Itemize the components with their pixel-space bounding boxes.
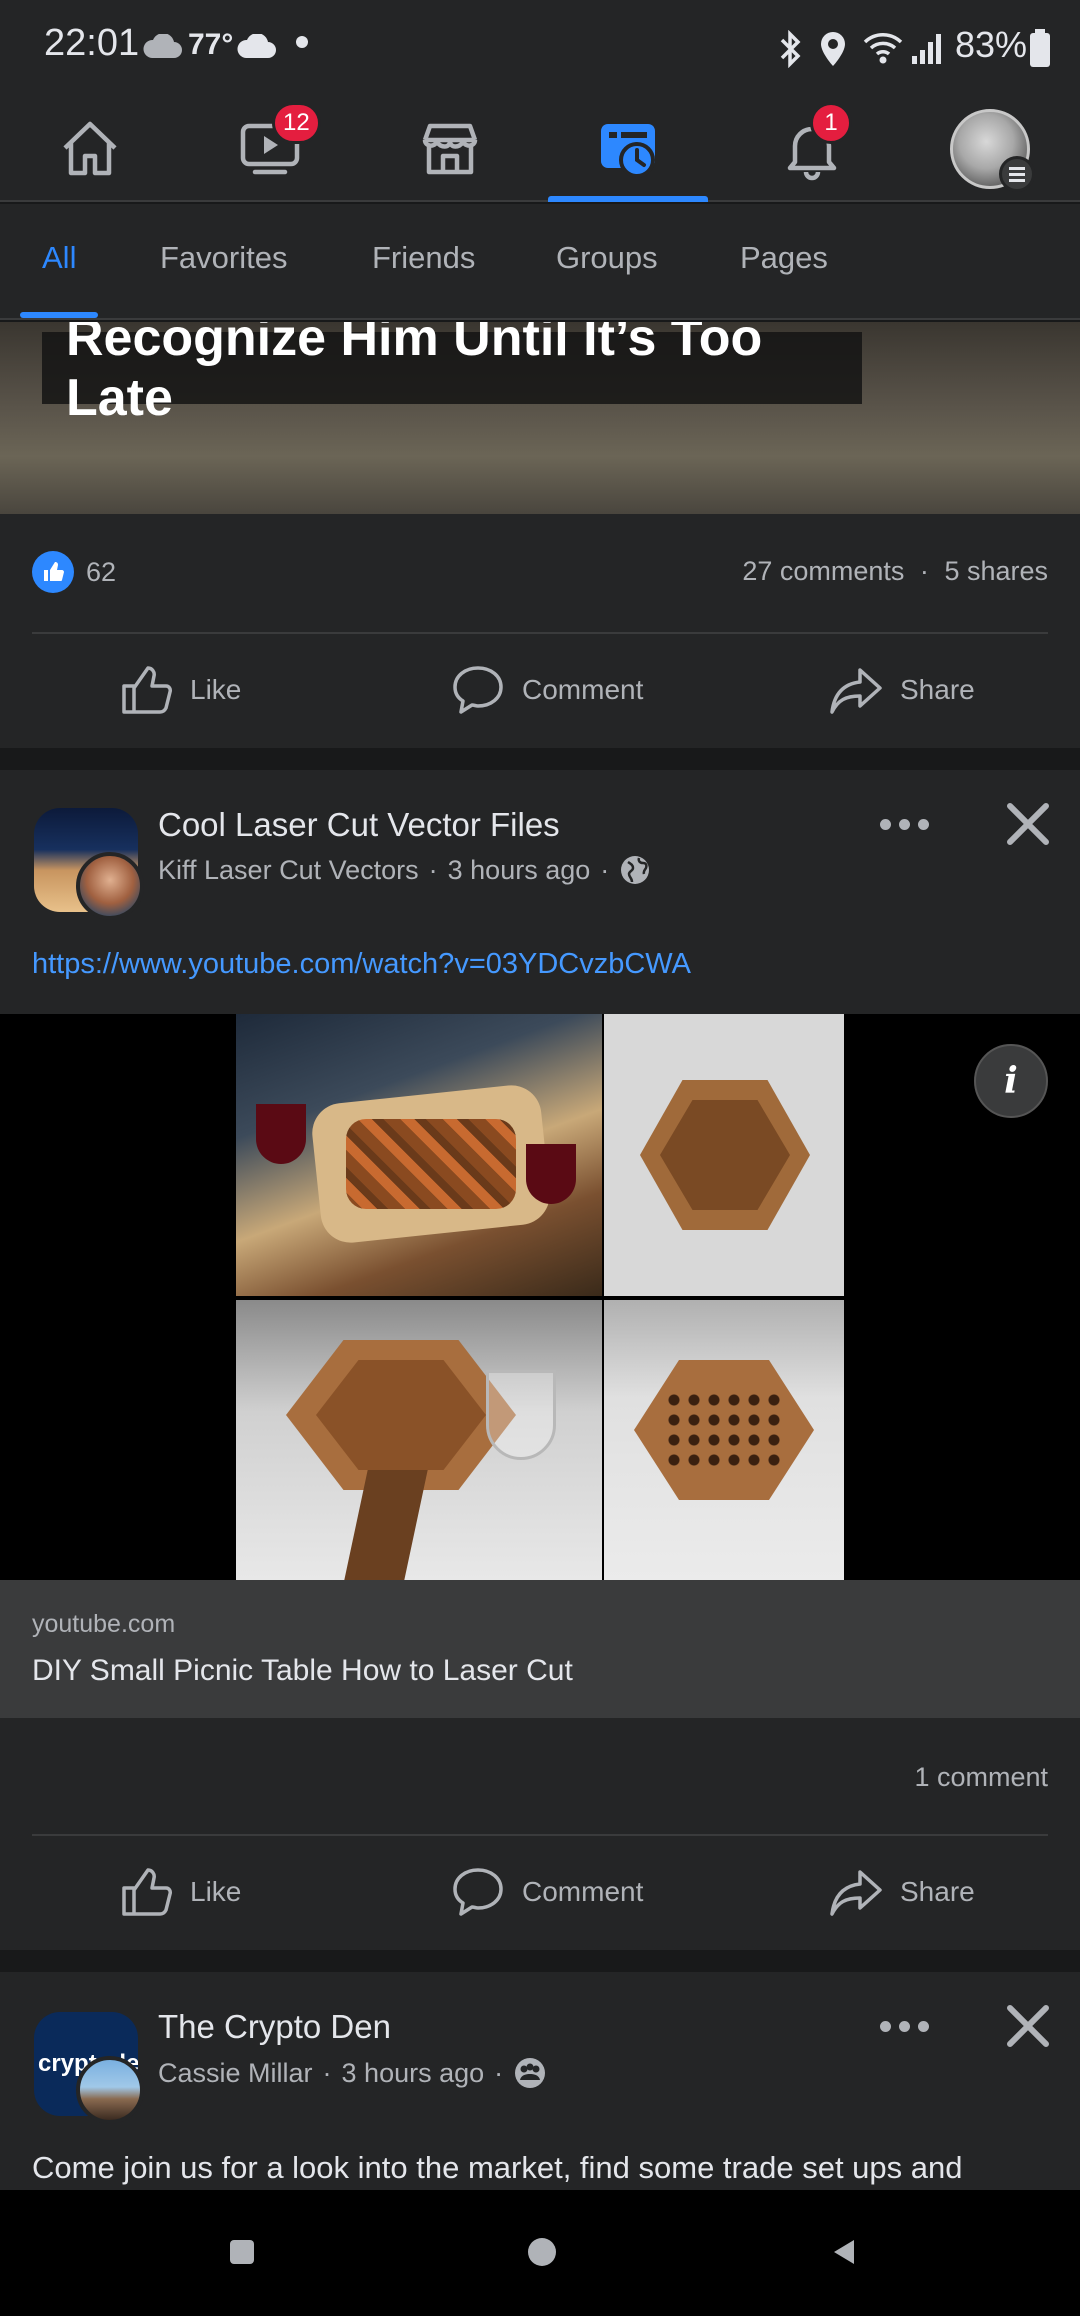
tab-groups[interactable]: Groups <box>556 240 658 276</box>
post-text[interactable]: Come join us for a look into the market,… <box>32 2150 962 2186</box>
feed-gap <box>0 748 1080 770</box>
cloud-icon <box>143 34 182 58</box>
signal-icon <box>912 34 941 64</box>
active-tab-indicator <box>20 312 98 318</box>
post-image[interactable]: Recognize Him Until It’s Too Late <box>0 322 1080 514</box>
collage-photo-4[interactable] <box>604 1300 844 1580</box>
nav-notifications[interactable]: 1 <box>732 96 892 202</box>
author-avatar[interactable] <box>76 2056 144 2124</box>
system-navigation-bar <box>0 2190 1080 2316</box>
post-time[interactable]: 3 hours ago <box>448 855 591 886</box>
tab-pages[interactable]: Pages <box>740 240 828 276</box>
back-button[interactable] <box>830 2238 858 2266</box>
tab-all[interactable]: All <box>42 240 76 276</box>
thumbs-up-icon <box>122 1868 172 1916</box>
post-footer: 1 comment Like Comment Share <box>0 1718 1080 1950</box>
image-caption: Recognize Him Until It’s Too Late <box>42 322 862 427</box>
tab-favorites[interactable]: Favorites <box>160 240 287 276</box>
menu-icon <box>999 156 1035 192</box>
watch-badge: 12 <box>272 102 321 144</box>
nav-home[interactable] <box>10 96 170 202</box>
home-icon <box>63 121 117 176</box>
comment-button[interactable]: Comment <box>450 1864 643 1920</box>
bluetooth-icon <box>780 30 801 68</box>
post-image-collage[interactable] <box>0 1014 1080 1580</box>
reaction-summary[interactable]: 62 <box>32 542 116 602</box>
location-icon <box>821 32 845 66</box>
wifi-icon <box>863 33 903 64</box>
close-icon[interactable] <box>998 1996 1058 2056</box>
divider <box>32 1834 1048 1836</box>
like-reaction-icon <box>32 551 74 593</box>
feed-filter-tabs: All Favorites Friends Groups Pages <box>0 204 1080 320</box>
close-icon[interactable] <box>998 794 1058 854</box>
collage-photo-3[interactable] <box>236 1300 602 1580</box>
shop-icon <box>422 123 478 175</box>
post-time[interactable]: 3 hours ago <box>342 2058 485 2089</box>
thumbs-up-icon <box>122 666 172 714</box>
more-options-button[interactable] <box>874 804 934 844</box>
author-name[interactable]: Kiff Laser Cut Vectors <box>158 855 419 886</box>
comment-button[interactable]: Comment <box>450 662 643 718</box>
share-icon <box>830 668 882 714</box>
feeds-icon <box>601 124 655 178</box>
divider <box>32 632 1048 634</box>
preview-domain: youtube.com <box>32 1610 176 1638</box>
post-footer: 62 27 comments · 5 shares Like Comment S… <box>0 514 1080 748</box>
comment-icon <box>453 1868 503 1916</box>
battery-icon <box>1030 29 1050 67</box>
nav-menu[interactable] <box>910 96 1070 202</box>
like-button[interactable]: Like <box>118 1864 241 1920</box>
page-name[interactable]: Cool Laser Cut Vector Files <box>158 806 560 844</box>
like-count: 62 <box>86 556 117 587</box>
battery-percentage: 83% <box>955 24 1028 65</box>
author-avatar[interactable] <box>76 852 144 920</box>
share-button[interactable]: Share <box>828 1864 975 1920</box>
engagement-counts[interactable]: 27 comments · 5 shares <box>742 556 1048 587</box>
recent-apps-button[interactable] <box>230 2240 254 2264</box>
comment-count[interactable]: 1 comment <box>914 1762 1048 1793</box>
cloud-icon <box>237 34 276 58</box>
temperature: 77° <box>188 28 234 61</box>
feed-gap <box>0 1950 1080 1972</box>
page-name[interactable]: The Crypto Den <box>158 2008 391 2046</box>
status-bar: 22:01 77° 83% <box>0 0 1080 96</box>
like-button[interactable]: Like <box>118 662 241 718</box>
collage-photo-2[interactable] <box>604 1014 844 1296</box>
profile-avatar <box>950 109 1035 192</box>
share-count: 5 shares <box>944 556 1048 586</box>
share-button[interactable]: Share <box>828 662 975 718</box>
comment-count: 27 comments <box>742 556 905 586</box>
tab-friends[interactable]: Friends <box>372 240 475 276</box>
link-preview[interactable]: youtube.com DIY Small Picnic Table How t… <box>0 1580 1080 1718</box>
post-header: Cool Laser Cut Vector Files Kiff Laser C… <box>0 770 1080 1014</box>
nav-feeds[interactable] <box>548 96 708 202</box>
comment-icon <box>453 666 503 714</box>
nav-watch[interactable]: 12 <box>190 96 350 202</box>
preview-title: DIY Small Picnic Table How to Laser Cut <box>32 1654 573 1687</box>
notifications-badge: 1 <box>810 102 852 144</box>
more-options-button[interactable] <box>874 2006 934 2046</box>
nav-marketplace[interactable] <box>370 96 530 202</box>
post-meta: Cassie Millar · 3 hours ago · <box>158 2056 547 2090</box>
notification-dot <box>296 36 308 48</box>
author-name[interactable]: Cassie Millar <box>158 2058 313 2089</box>
globe-icon <box>621 856 650 884</box>
post-meta: Kiff Laser Cut Vectors · 3 hours ago · <box>158 854 651 886</box>
top-nav-bar: 12 1 <box>0 96 1080 202</box>
clock: 22:01 <box>44 22 140 64</box>
info-button[interactable]: i <box>974 1044 1048 1118</box>
post-link[interactable]: https://www.youtube.com/watch?v=03YDCvzb… <box>32 948 691 981</box>
group-members-icon <box>515 2058 546 2088</box>
collage-photo-1[interactable] <box>236 1014 602 1296</box>
home-button[interactable] <box>528 2238 556 2266</box>
post-header: cryptoden The Crypto Den Cassie Millar ·… <box>0 1972 1080 2190</box>
share-icon <box>830 1870 882 1916</box>
